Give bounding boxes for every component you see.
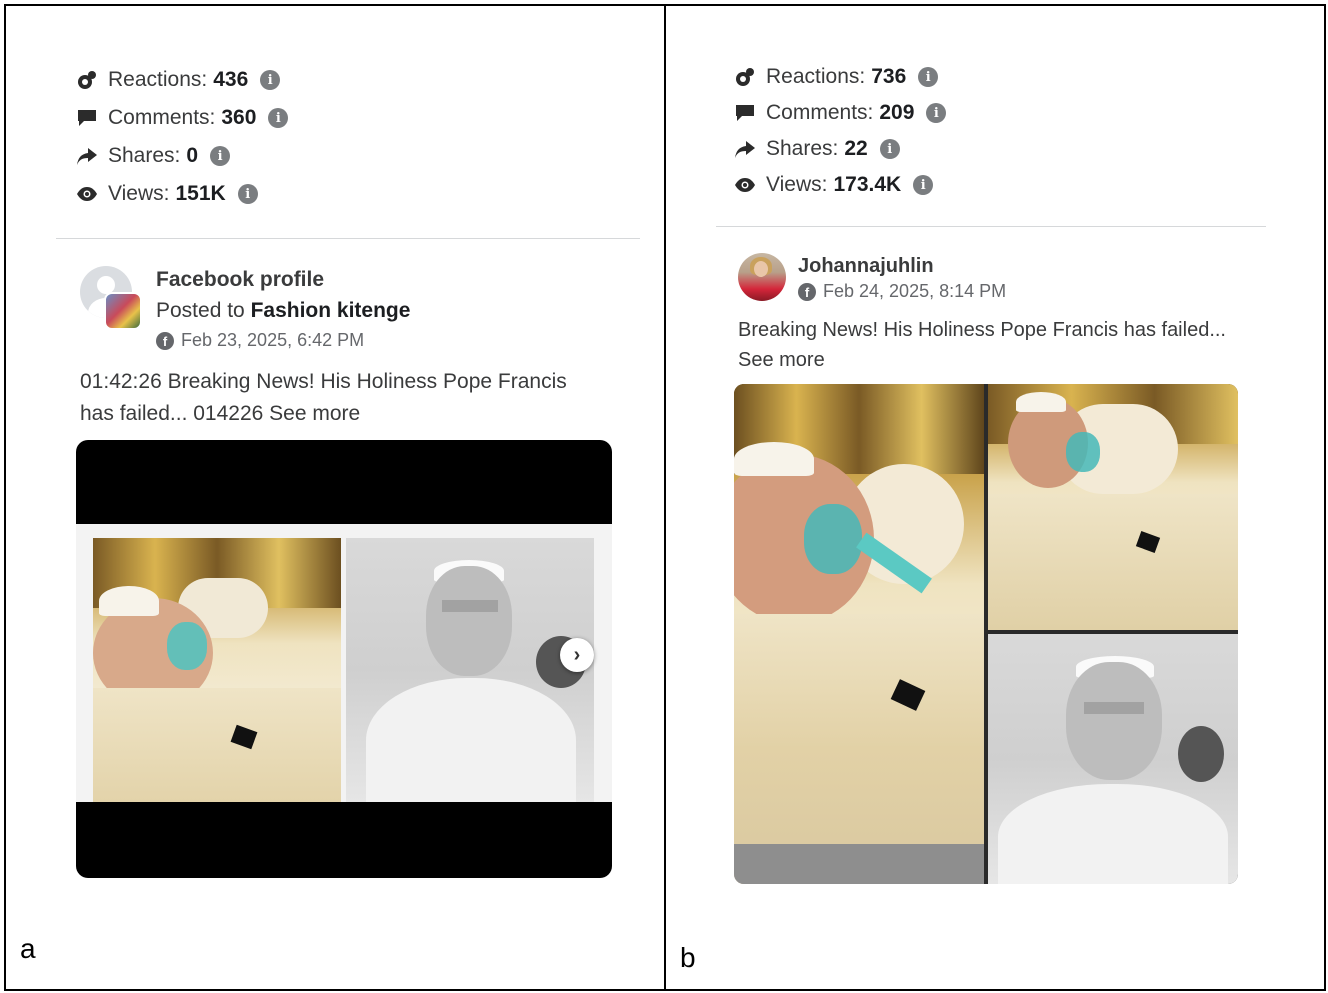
post-header-a: Facebook profile Posted to Fashion kiten… [80,266,410,351]
info-icon[interactable]: i [913,175,934,195]
comment-bubble-icon [734,102,756,124]
comments-label: Comments: [766,101,874,124]
facebook-icon: f [156,331,174,350]
image-strip: › [76,524,612,802]
info-icon[interactable]: i [237,184,258,204]
stat-views: Views: 173.4K i [734,167,946,203]
shares-label: Shares: [108,144,181,167]
hospital-photo-small[interactable] [988,384,1238,630]
post-date[interactable]: Feb 23, 2025, 6:42 PM [181,330,364,351]
stat-shares: Shares: 22 i [734,131,946,167]
post-date-row: f Feb 23, 2025, 6:42 PM [156,330,410,351]
facebook-icon: f [798,282,816,301]
see-more-link[interactable]: See more [738,345,1258,375]
comment-bubble-icon [76,107,98,129]
info-icon[interactable]: i [918,67,939,87]
info-icon[interactable]: i [926,103,947,123]
see-more-link[interactable]: See more [269,402,360,425]
post-header-b: Johannajuhlin f Feb 24, 2025, 8:14 PM [738,253,1006,302]
reactions-label: Reactions: [766,65,866,88]
share-arrow-icon [76,145,98,167]
posted-to: Posted to Fashion kitenge [156,299,411,322]
stat-reactions: Reactions: 736 i [734,59,946,95]
post-media-b[interactable] [734,384,1238,884]
group-name[interactable]: Fashion kitenge [251,299,411,322]
info-icon[interactable]: i [268,108,289,128]
eye-icon [76,183,98,205]
divider [56,238,640,239]
panel-label-a: a [20,933,36,964]
stats-list-b: Reactions: 736 i Comments: 209 i Shares:… [734,59,947,203]
shares-label: Shares: [766,137,839,160]
reactions-label: Reactions: [108,68,208,91]
post-date-row: f Feb 24, 2025, 8:14 PM [798,281,1006,302]
stat-comments: Comments: 209 i [734,95,947,131]
shares-value: 22 [844,137,868,160]
reactions-icon [76,69,98,91]
stat-reactions: Reactions: 436 i [76,61,288,99]
stats-list-a: Reactions: 436 i Comments: 360 i Shares:… [76,61,289,213]
avatar[interactable] [738,253,786,301]
author-name[interactable]: Facebook profile [156,266,410,294]
group-avatar[interactable] [80,266,142,330]
info-icon[interactable]: i [210,146,231,166]
panel-label-b: b [680,942,696,973]
post-text-a: 01:42:26 Breaking News! His Holiness Pop… [80,370,567,425]
reactions-icon [734,66,756,88]
info-icon[interactable]: i [260,70,281,90]
hospital-photo-large[interactable] [734,384,984,884]
stat-shares: Shares: 0 i [76,137,288,175]
post-date[interactable]: Feb 24, 2025, 8:14 PM [823,281,1006,302]
share-arrow-icon [734,138,756,160]
reactions-value: 736 [871,65,907,88]
views-value: 173.4K [833,173,902,196]
stat-views: Views: 151K i [76,175,288,213]
portrait-photo[interactable] [988,634,1238,884]
views-label: Views: [108,182,170,205]
divider [716,226,1266,227]
comments-value: 209 [879,101,915,124]
stat-comments: Comments: 360 i [76,99,289,137]
views-label: Views: [766,173,828,196]
info-icon[interactable]: i [879,139,900,159]
author-name[interactable]: Johannajuhlin [798,253,1006,279]
comments-label: Comments: [108,106,216,129]
eye-icon [734,174,756,196]
post-text-b: Breaking News! His Holiness Pope Francis… [738,315,1258,375]
hospital-photo[interactable] [93,538,341,802]
post-meta: Johannajuhlin f Feb 24, 2025, 8:14 PM [798,253,1006,302]
reactions-value: 436 [213,68,249,91]
shares-value: 0 [186,144,199,167]
post-meta: Facebook profile Posted to Fashion kiten… [156,266,410,351]
post-media-a[interactable]: › [76,440,612,878]
portrait-photo[interactable] [346,538,594,802]
chevron-right-icon[interactable]: › [560,638,594,672]
views-value: 151K [175,182,226,205]
comments-value: 360 [221,106,257,129]
